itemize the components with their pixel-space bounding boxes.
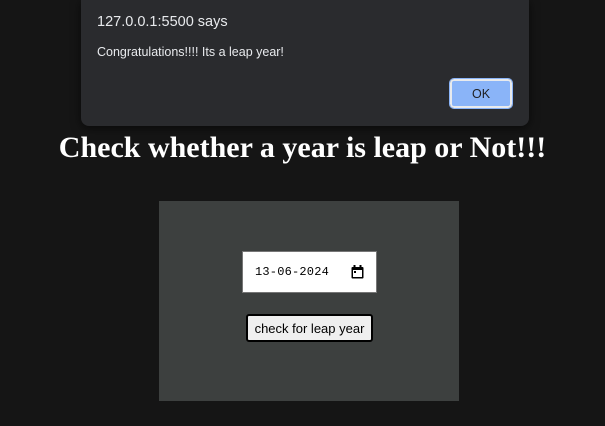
date-input[interactable]: 13-06-2024 (242, 251, 377, 293)
alert-dialog: 127.0.0.1:5500 says Congratulations!!!! … (81, 0, 529, 126)
date-input-value: 13-06-2024 (255, 265, 330, 279)
alert-message: Congratulations!!!! Its a leap year! (97, 45, 284, 59)
check-leap-year-button[interactable]: check for leap year (246, 314, 373, 342)
page: 127.0.0.1:5500 says Congratulations!!!! … (0, 0, 605, 426)
calendar-icon[interactable] (348, 263, 366, 281)
form-panel: 13-06-2024 check for leap year (159, 201, 459, 401)
page-title: Check whether a year is leap or Not!!! (58, 131, 547, 164)
ok-button[interactable]: OK (449, 78, 513, 109)
alert-title: 127.0.0.1:5500 says (97, 14, 228, 30)
